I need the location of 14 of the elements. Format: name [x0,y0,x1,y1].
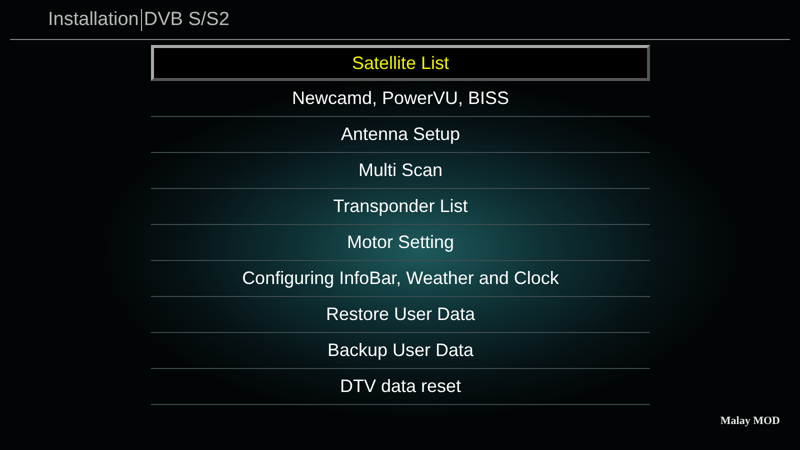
menu-item[interactable]: Configuring InfoBar, Weather and Clock [151,261,650,297]
menu-item[interactable]: Backup User Data [151,333,650,369]
menu-item[interactable]: Newcamd, PowerVU, BISS [151,81,650,117]
menu-item[interactable]: Restore User Data [151,297,650,333]
menu-item[interactable]: Multi Scan [151,153,650,189]
menu-item[interactable]: DTV data reset [151,369,650,405]
title-separator [140,8,142,30]
menu-item[interactable]: Antenna Setup [151,117,650,153]
screen-title: Installation [48,8,139,30]
menu-item[interactable]: Motor Setting [151,225,650,261]
menu-item[interactable]: Transponder List [151,189,650,225]
screen-subtitle: DVB S/S2 [144,8,230,30]
menu-item[interactable]: Satellite List [151,45,650,81]
mod-label: Malay MOD [720,415,780,427]
